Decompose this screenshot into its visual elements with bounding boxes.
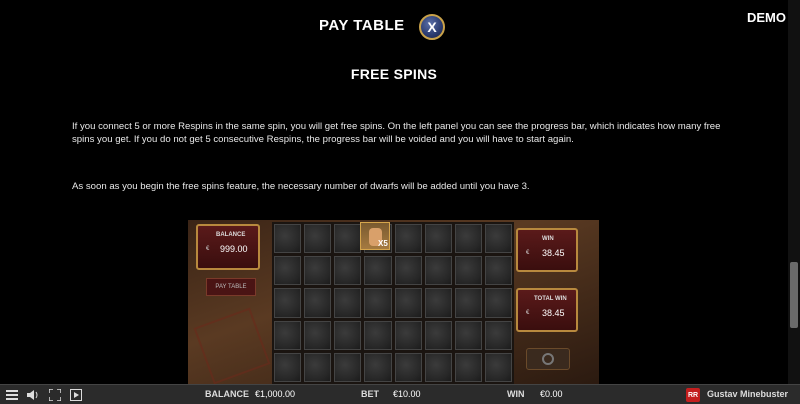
brand-logo: RR: [686, 388, 700, 402]
win-panel: WIN € 38.45: [516, 228, 578, 272]
spin-icon: [542, 353, 554, 365]
total-win-panel-currency: €: [526, 310, 530, 316]
sound-icon[interactable]: [26, 388, 40, 402]
close-icon: X: [427, 19, 437, 35]
paragraph-respins: If you connect 5 or more Respins in the …: [72, 121, 721, 145]
bottom-bar: BALANCE €1,000.00 BET €10.00 WIN €0.00 R…: [0, 384, 800, 404]
play-icon[interactable]: [69, 388, 83, 402]
balance-label: BALANCE: [205, 389, 249, 399]
total-win-panel-label: TOTAL WIN: [534, 296, 567, 302]
win-panel-value: 38.45: [542, 248, 565, 258]
header: PAY TABLE X DEMO: [0, 0, 800, 52]
balance-panel-value: 999.00: [220, 244, 248, 254]
scrollbar-thumb[interactable]: [790, 262, 798, 328]
win-panel-currency: €: [526, 250, 530, 256]
reel-grid: [272, 222, 514, 384]
preview-spin-button: [526, 348, 570, 370]
multiplier-label: X5: [378, 239, 388, 248]
total-win-panel: TOTAL WIN € 38.45: [516, 288, 578, 332]
paragraph-dwarfs: As soon as you begin the free spins feat…: [72, 181, 530, 192]
demo-badge: DEMO: [747, 10, 786, 25]
balance-panel: BALANCE € 999.00: [196, 224, 260, 270]
balance-panel-label: BALANCE: [216, 232, 246, 238]
balance-panel-currency: €: [206, 246, 210, 252]
total-win-panel-value: 38.45: [542, 308, 565, 318]
menu-icon[interactable]: [5, 388, 19, 402]
decorative-frame: [193, 307, 271, 384]
preview-paytable-button: PAY TABLE: [206, 278, 256, 296]
fullscreen-icon[interactable]: [48, 388, 62, 402]
bet-value: €10.00: [393, 389, 421, 399]
win-panel-label: WIN: [542, 236, 554, 242]
close-button[interactable]: X: [419, 14, 445, 40]
game-preview-image: BALANCE € 999.00 PAY TABLE X5 WIN € 38.4…: [188, 220, 599, 384]
scrollbar[interactable]: [788, 0, 800, 384]
win-label: WIN: [507, 389, 525, 399]
section-title: FREE SPINS: [350, 66, 438, 82]
balance-value: €1,000.00: [255, 389, 296, 399]
page-title: PAY TABLE: [319, 17, 405, 34]
win-value: €0.00: [540, 389, 563, 399]
game-name: Gustav Minebuster: [707, 389, 789, 399]
bet-label: BET: [361, 389, 379, 399]
